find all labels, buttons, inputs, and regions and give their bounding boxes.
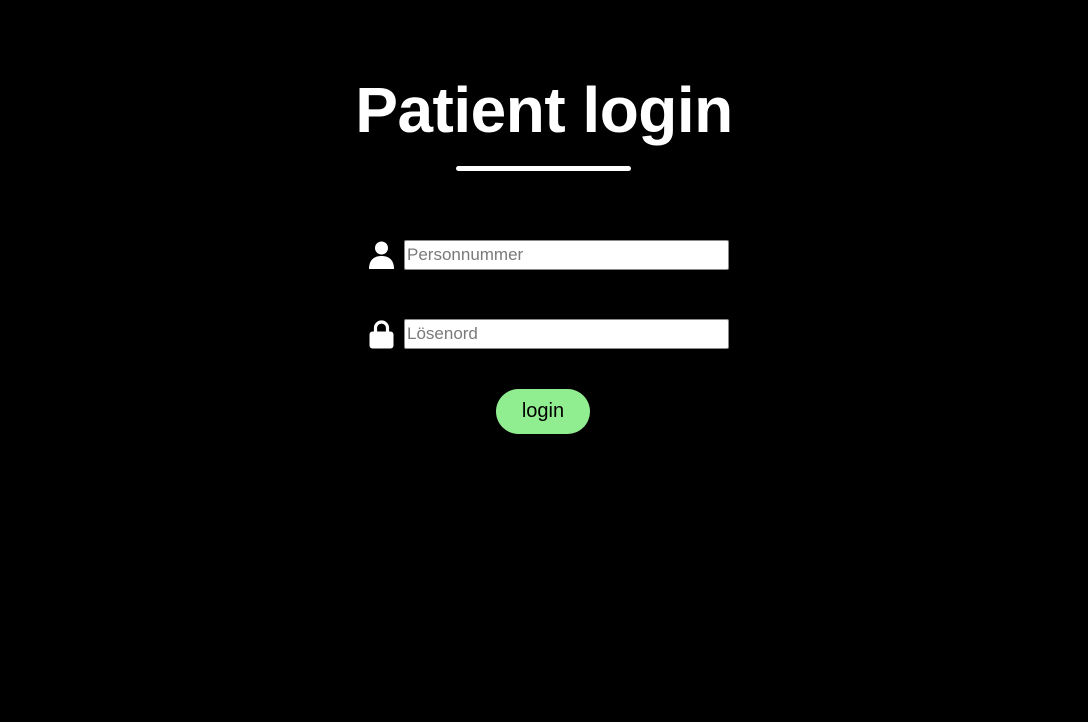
user-icon <box>368 240 395 270</box>
personnummer-row <box>368 240 730 270</box>
login-button[interactable]: login <box>496 389 590 434</box>
password-input[interactable] <box>404 319 729 349</box>
title-underline <box>456 166 631 171</box>
lock-icon <box>368 319 395 349</box>
page-title: Patient login <box>355 74 733 146</box>
personnummer-input[interactable] <box>404 240 729 270</box>
password-row <box>368 319 730 349</box>
